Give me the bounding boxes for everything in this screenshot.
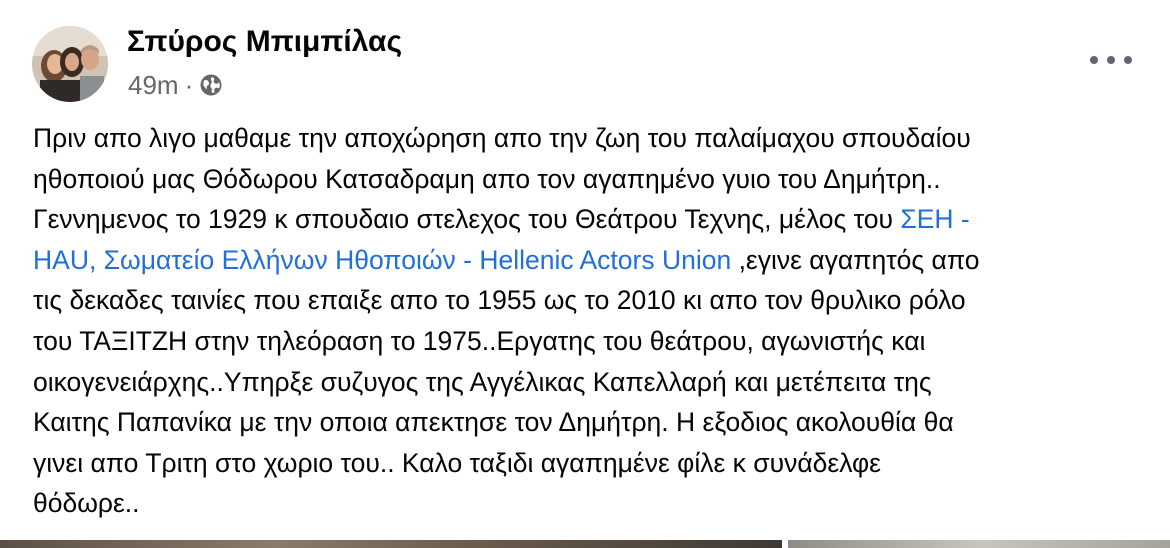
post-text-line: HAU, Σωματείο Ελλήνων Ηθοποιών - Helleni… (33, 240, 1143, 281)
post-text-line: οικογενειάρχης..Υπηρξε συζυγος της Αγγέλ… (33, 366, 932, 397)
post-text: Πριν απο λιγο μαθαμε την αποχώρηση απο τ… (33, 118, 1143, 524)
mention-link-hau[interactable]: HAU, Σωματείο Ελλήνων Ηθοποιών - Helleni… (33, 245, 731, 275)
post-text-line: του ΤΑΞΙΤΖΗ στην τηλεόραση το 1975..Εργα… (33, 325, 926, 356)
post-text-line: θόδωρε.. (33, 488, 140, 519)
avatar-photo (32, 26, 108, 102)
post-text-line: Γεννημενος το 1929 κ σπουδαιο στελεχος τ… (33, 199, 1143, 240)
avatar[interactable] (32, 26, 108, 102)
more-options-icon[interactable] (1090, 48, 1132, 72)
post-photo[interactable] (788, 540, 1170, 548)
post-text-line: γινει απο Τριτη στο χωριο του.. Καλο ταξ… (33, 447, 881, 478)
post-text-segment: ,εγινε αγαπητός απο (731, 244, 980, 275)
post-text-line: Πριν απο λιγο μαθαμε την αποχώρηση απο τ… (33, 123, 971, 153)
post-photos (0, 540, 1170, 548)
mention-link-sei[interactable]: ΣΕΗ - (900, 204, 969, 234)
timestamp[interactable]: 49m (128, 70, 179, 101)
facebook-post: Σπύρος Μπιμπίλας 49m · Πριν απο λιγο μαθ… (0, 0, 1170, 548)
post-text-line: τις δεκαδες ταινίες που επαιξε απο το 19… (33, 285, 966, 316)
post-text-segment: Γεννημενος το 1929 κ σπουδαιο στελεχος τ… (33, 204, 901, 235)
post-photo[interactable] (0, 540, 782, 548)
more-dot (1090, 56, 1098, 64)
more-dot (1107, 56, 1115, 64)
post-meta: 49m · (128, 70, 223, 100)
more-dot (1124, 56, 1132, 64)
meta-separator: · (184, 69, 194, 100)
globe-icon[interactable] (199, 73, 223, 97)
author-name[interactable]: Σπύρος Μπιμπίλας (127, 25, 402, 59)
post-text-line: ηθοποιού μας Θόδωρου Κατσαδραμη απο τον … (33, 163, 941, 194)
post-text-line: Καιτης Παπανίκα με την οποια απεκτησε το… (33, 407, 954, 438)
